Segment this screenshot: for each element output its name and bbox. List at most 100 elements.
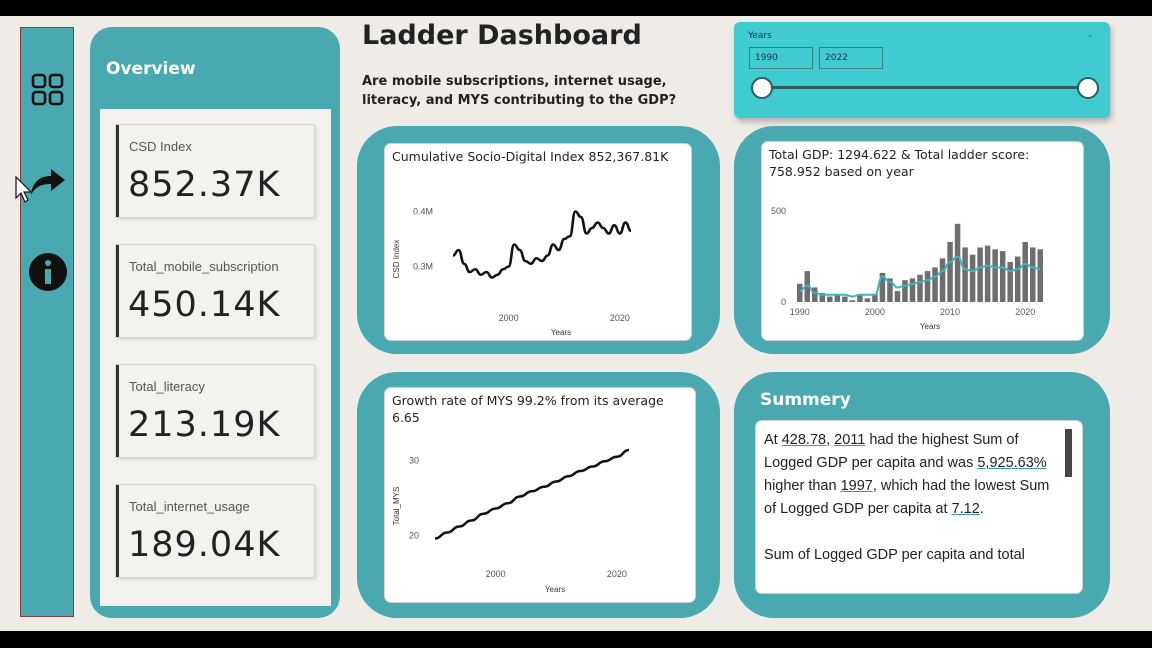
summary-value: 5,925.63% [977,455,1047,471]
y-axis-title: Total_MYS [392,487,401,526]
summary-fragment: . [979,501,984,517]
y-axis-title: CSD Index [392,240,401,279]
bar [917,274,923,302]
y-tick-label: 0 [781,297,786,307]
bar [894,291,901,302]
gdp-tile: Total GDP: 1294.622 & Total ladder score… [734,126,1110,354]
summary-title: Summery [760,390,851,410]
summary-fragment: higher than [764,478,841,494]
summary-fragment: At [764,432,782,448]
y-tick-label: 30 [409,456,419,466]
slider-handle-end[interactable] [1077,77,1099,99]
kpi-label: Total_mobile_subscription [129,259,279,274]
mouse-cursor-icon [15,176,33,203]
kpi-value: 852.37K [128,165,281,205]
bar [939,258,946,302]
slicer-title: Years [748,31,772,41]
bar [969,254,976,302]
kpi-card-csd-index: CSD Index 852.37K [116,125,314,217]
x-tick-label: 2020 [607,569,627,579]
overview-panel: Overview CSD Index 852.37K Total_mobile_… [90,27,340,618]
bar [947,242,953,302]
bar [834,294,841,302]
bar [962,247,968,302]
y-tick-label: 20 [409,531,419,541]
bar [992,249,998,302]
kpi-label: Total_internet_usage [129,499,250,514]
bar [984,245,991,302]
summary-fragment: , [826,432,835,448]
bar [1014,256,1021,302]
bar [797,283,803,302]
bar [849,300,856,302]
bar [872,294,878,302]
bar [1037,249,1043,302]
kpi-label: CSD Index [129,139,192,154]
nav-rail [20,27,74,617]
x-tick-label: 2000 [499,313,519,323]
bar [954,223,961,302]
page-title: Ladder Dashboard [362,20,642,51]
bar [1029,247,1036,302]
page-question: Are mobile subscriptions, internet usage… [362,74,677,108]
x-tick-label: 1990 [790,307,810,317]
bar [999,251,1006,302]
bar [1007,262,1013,302]
x-axis-title: Years [551,328,571,337]
kpi-card-mobile-subscription: Total_mobile_subscription 450.14K [116,245,314,337]
y-tick-label: 500 [771,206,786,216]
slicer-to-input[interactable]: 2022 [819,47,883,69]
bar [977,247,983,302]
summary-paragraph: Sum of Logged GDP per capita and total [764,547,1025,563]
gdp-combo-chart: 500 0 1990 2000 2010 2020 Years [771,206,1043,331]
bar [924,271,931,302]
years-slicer: Years ⌄ 1990 2022 [734,22,1110,118]
bar [909,278,916,302]
x-axis-title: Years [545,585,565,594]
x-tick-label: 2000 [865,307,885,317]
kpi-value: 189.04K [128,525,281,565]
slicer-from-input[interactable]: 1990 [749,47,813,69]
bar [842,296,848,302]
chevron-down-icon[interactable]: ⌄ [1086,30,1094,40]
dashboard-canvas: Overview CSD Index 852.37K Total_mobile_… [0,16,1152,631]
y-tick-label: 0.3M [413,262,433,272]
mys-line-chart: 30 20 2000 2020 Years Total_MYS [392,448,630,594]
summary-scrollbar[interactable] [1065,429,1072,477]
bar [864,298,871,302]
summary-card: At 428.78, 2011 had the highest Sum of L… [756,421,1082,593]
series-line [434,448,630,540]
overview-title: Overview [106,59,196,79]
csd-chart-card: Cumulative Socio-Digital Index 852,367.8… [385,144,691,340]
gdp-chart-card: Total GDP: 1294.622 & Total ladder score… [762,142,1083,340]
mys-chart-card: Growth rate of MYS 99.2% from its averag… [385,388,695,602]
bar [827,296,833,302]
bar [812,287,818,302]
bar [902,280,908,302]
kpi-card-internet-usage: Total_internet_usage 189.04K [116,485,314,577]
bar [932,267,938,302]
csd-tile: Cumulative Socio-Digital Index 852,367.8… [357,126,720,354]
summary-year: 2011 [834,432,866,448]
y-tick-label: 0.4M [413,207,433,217]
kpi-card-literacy: Total_literacy 213.19K [116,365,314,457]
bar [1022,242,1028,302]
series-line [452,210,632,279]
summary-year: 1997 [840,478,873,494]
x-tick-label: 2010 [940,307,960,317]
slider-track[interactable] [762,86,1088,89]
info-icon[interactable] [21,248,75,296]
x-tick-label: 2020 [610,313,630,323]
kpi-value: 213.19K [128,405,281,445]
summary-value: 7.12 [951,501,980,517]
summary-value: 428.78 [781,432,827,448]
grid-icon[interactable] [21,66,75,114]
slider-handle-start[interactable] [751,77,773,99]
x-axis-title: Years [920,322,940,331]
kpi-list: CSD Index 852.37K Total_mobile_subscript… [100,109,331,606]
kpi-label: Total_literacy [129,379,205,394]
summary-text: At 428.78, 2011 had the highest Sum of L… [764,429,1064,567]
csd-line-chart: 0.4M 0.3M 2000 2020 Years CSD Index [392,207,632,337]
kpi-value: 450.14K [128,285,281,325]
mys-tile: Growth rate of MYS 99.2% from its averag… [357,372,720,618]
